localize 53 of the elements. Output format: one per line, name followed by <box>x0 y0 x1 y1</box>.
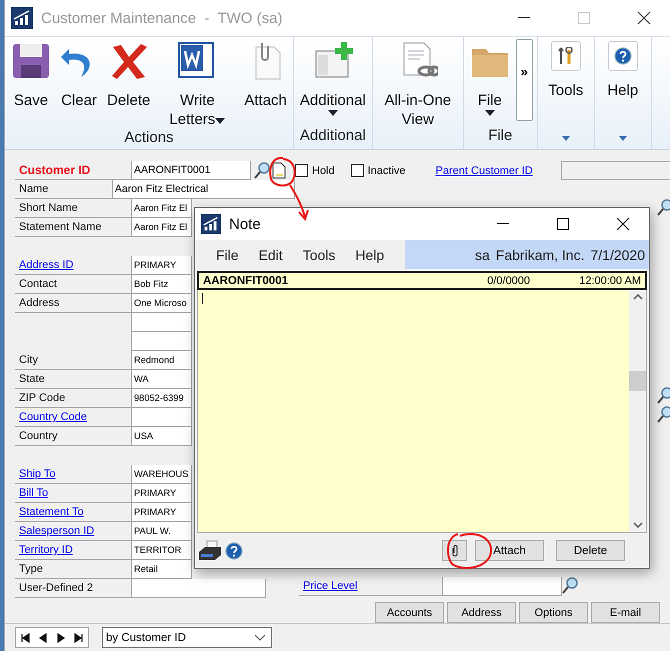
form-button[interactable]: Accounts <box>375 602 444 623</box>
text-field[interactable]: USA <box>131 427 192 446</box>
menu-item[interactable]: Help <box>347 244 392 264</box>
text-field[interactable]: TERRITOR <box>131 541 192 560</box>
note-time: 12:00:00 AM <box>579 274 641 286</box>
text-field[interactable]: PRIMARY <box>131 256 192 275</box>
attach-button[interactable]: Attach <box>475 540 544 561</box>
note-date: 0/0/0000 <box>487 274 532 286</box>
text-field[interactable]: WA <box>131 370 192 389</box>
ribbon-button[interactable]: Attach <box>242 37 289 110</box>
form-button[interactable]: Options <box>519 602 588 623</box>
menu-item[interactable]: File <box>208 244 247 264</box>
ribbon-button[interactable]: Help <box>598 37 647 100</box>
parent-customer-link[interactable]: Parent Customer ID <box>436 164 533 176</box>
record-id: AARONFIT0001 <box>203 274 289 286</box>
ribbon-button[interactable]: Write Letters <box>156 37 238 129</box>
sort-dropdown[interactable]: by Customer ID <box>102 627 272 648</box>
ribbon-button[interactable]: Tools <box>542 37 590 100</box>
text-field[interactable]: AARONFIT0001 <box>131 161 251 180</box>
session-date: 7/1/2020 <box>590 246 645 262</box>
menu-item[interactable]: Tools <box>294 244 344 264</box>
text-field[interactable]: One Microso <box>131 294 192 313</box>
field-label: Name <box>15 180 112 199</box>
user-name: sa <box>475 246 490 262</box>
ribbon-button[interactable]: Clear <box>57 37 101 110</box>
overflow-button[interactable]: » <box>516 39 533 121</box>
company-name: Fabrikam, Inc. <box>496 246 584 262</box>
text-field[interactable]: PRIMARY <box>131 484 192 503</box>
ribbon-button[interactable]: Additional <box>298 37 368 116</box>
group-label: File <box>487 127 514 146</box>
form-button[interactable]: Address <box>447 602 516 623</box>
ribbon-button[interactable]: Delete <box>105 37 152 110</box>
delete-button[interactable]: Delete <box>556 540 625 561</box>
window-title: Customer Maintenance - TWO (sa) <box>41 10 284 26</box>
group-label: Actions <box>123 129 175 148</box>
text-field[interactable]: PRIMARY <box>131 503 192 522</box>
text-field[interactable]: Aaron Fitz El <box>131 199 192 218</box>
text-field[interactable]: 98052-6399 <box>131 389 192 408</box>
window-title: Note <box>229 216 262 232</box>
text-field[interactable]: PAUL W. <box>131 522 192 541</box>
text-field[interactable]: WAREHOUS <box>131 465 192 484</box>
ribbon-button[interactable]: File <box>468 37 512 116</box>
text-field[interactable]: Aaron Fitz El <box>131 218 192 237</box>
ribbon-button[interactable]: Save <box>9 37 53 110</box>
text-field[interactable]: Redmond <box>131 351 192 370</box>
text-field[interactable]: Bob Fitz <box>131 275 192 294</box>
checkbox-label: Inactive <box>368 164 406 176</box>
ribbon-button[interactable]: All-in-One View <box>376 37 459 129</box>
form-button[interactable]: E-mail <box>591 602 660 623</box>
text-field[interactable]: Retail <box>131 560 192 579</box>
menu-item[interactable]: Edit <box>250 244 291 264</box>
group-label: Additional <box>298 127 367 146</box>
checkbox-label: Hold <box>312 164 335 176</box>
